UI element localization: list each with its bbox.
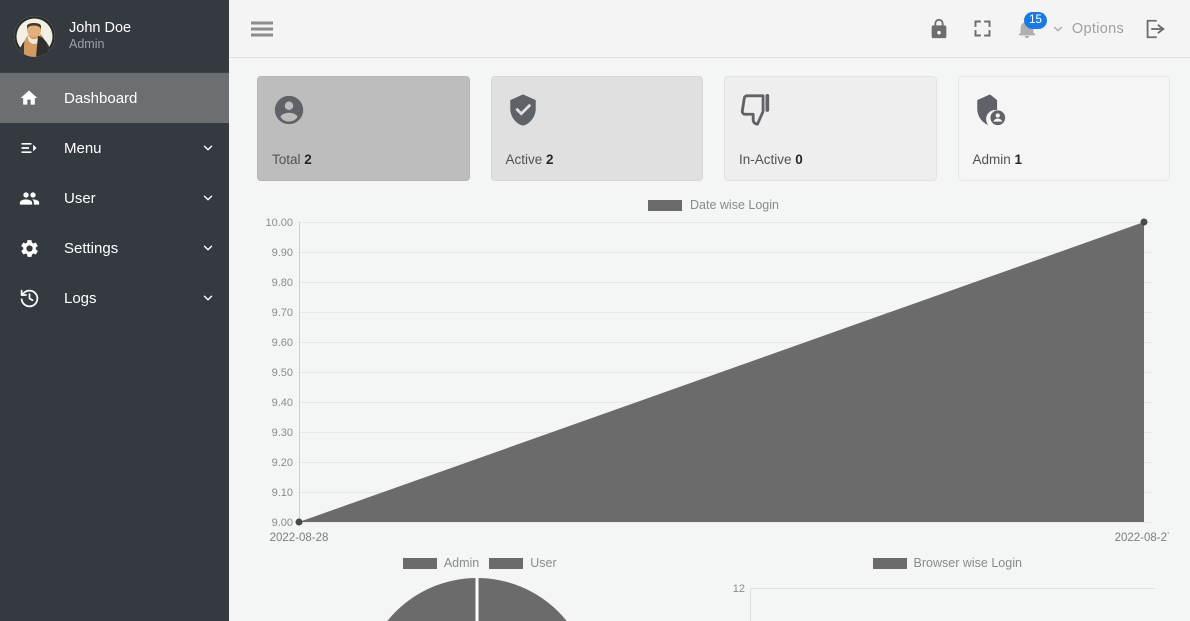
legend-label: Date wise Login: [690, 198, 779, 212]
stat-card-inactive[interactable]: In-Active 0: [724, 76, 937, 181]
sidebar-item-menu[interactable]: Menu: [0, 123, 229, 173]
stat-label-text: Active: [505, 152, 543, 167]
hamburger-icon[interactable]: [245, 12, 279, 46]
bar-plot-area[interactable]: 12: [725, 573, 1171, 621]
svg-text:9.70: 9.70: [272, 307, 293, 319]
legend-item-user: User: [489, 556, 557, 570]
svg-text:9.80: 9.80: [272, 277, 293, 289]
sidebar-item-user[interactable]: User: [0, 173, 229, 223]
topbar: 15 Options: [229, 0, 1190, 58]
lock-icon[interactable]: [917, 7, 961, 51]
sidebar-item-label: Menu: [64, 139, 102, 157]
date-wise-login-chart: Date wise Login 10.00 9.90 9.80 9.70 9.6…: [257, 195, 1170, 547]
verified-shield-icon: [506, 89, 689, 131]
dashboard-content: Total 2 Active 2 In-Active 0 Admin 1 Dat…: [229, 58, 1190, 621]
chevron-down-icon[interactable]: [199, 291, 217, 305]
chart-plot-area[interactable]: 10.00 9.90 9.80 9.70 9.60 9.50 9.40 9.30…: [257, 215, 1170, 545]
sidebar-item-logs[interactable]: Logs: [0, 273, 229, 323]
sidebar-item-label: Dashboard: [64, 89, 138, 107]
gear-icon: [14, 238, 44, 259]
pie-plot-area[interactable]: [257, 573, 703, 621]
legend-swatch: [489, 557, 524, 569]
stat-value: 2: [304, 152, 312, 167]
fullscreen-icon[interactable]: [961, 7, 1005, 51]
chart-legend: Date wise Login: [257, 195, 1170, 215]
chevron-down-icon[interactable]: [199, 141, 217, 155]
legend-item-browser: Browser wise Login: [872, 556, 1022, 570]
notifications-button[interactable]: 15: [1005, 7, 1049, 51]
notifications-badge: 15: [1024, 11, 1047, 29]
stat-value: 2: [546, 152, 554, 167]
bar-legend: Browser wise Login: [725, 553, 1171, 573]
history-icon: [14, 288, 44, 309]
legend-swatch: [648, 199, 683, 211]
stat-card-label: Admin 1: [973, 152, 1156, 180]
sidebar: John Doe Admin Dashboard Menu User Setti…: [0, 0, 229, 621]
stat-card-active[interactable]: Active 2: [490, 76, 703, 181]
bar-chart-svg: 12: [732, 583, 1155, 621]
sidebar-user-name: John Doe: [69, 20, 132, 37]
topbar-actions: 15 Options: [917, 7, 1176, 51]
legend-label: Admin: [443, 556, 480, 570]
user-role-pie-chart: Admin User: [257, 553, 703, 621]
pie-chart-svg: [387, 578, 567, 621]
logout-icon[interactable]: [1132, 7, 1176, 51]
stat-card-total[interactable]: Total 2: [257, 76, 470, 181]
legend-label: User: [530, 556, 557, 570]
people-icon: [14, 188, 44, 209]
sidebar-item-label: Logs: [64, 289, 97, 307]
app-root: John Doe Admin Dashboard Menu User Setti…: [0, 0, 1190, 621]
bottom-charts-row: Admin User Browser wise Login 12: [257, 553, 1170, 621]
account-circle-icon: [272, 89, 455, 131]
stat-value: 0: [795, 152, 803, 167]
stat-cards: Total 2 Active 2 In-Active 0 Admin 1: [257, 76, 1170, 181]
svg-text:9.40: 9.40: [272, 397, 293, 409]
stat-label-text: In-Active: [739, 152, 792, 167]
svg-text:2022-08-27: 2022-08-27: [1115, 532, 1169, 544]
sidebar-item-dashboard[interactable]: Dashboard: [0, 73, 229, 123]
stat-label-text: Total: [272, 152, 301, 167]
chevron-down-icon[interactable]: [199, 241, 217, 255]
sidebar-item-label: User: [64, 189, 96, 207]
menu-list-icon: [14, 138, 44, 158]
options-label: Options: [1071, 20, 1124, 37]
sidebar-nav: Dashboard Menu User Settings Logs: [0, 73, 229, 323]
svg-text:9.20: 9.20: [272, 457, 293, 469]
sidebar-brand[interactable]: John Doe Admin: [0, 0, 229, 73]
svg-text:12: 12: [732, 583, 744, 595]
area-chart-svg: 10.00 9.90 9.80 9.70 9.60 9.50 9.40 9.30…: [265, 217, 1169, 544]
legend-swatch: [402, 557, 437, 569]
svg-text:9.50: 9.50: [272, 367, 293, 379]
stat-card-label: Active 2: [506, 152, 689, 180]
stat-value: 1: [1014, 152, 1023, 167]
stat-label-text: Admin: [972, 152, 1011, 167]
svg-text:9.90: 9.90: [272, 247, 293, 259]
browser-wise-login-chart: Browser wise Login 12: [725, 553, 1171, 621]
svg-text:9.10: 9.10: [272, 487, 293, 499]
sidebar-item-settings[interactable]: Settings: [0, 223, 229, 273]
stat-card-label: In-Active 0: [739, 152, 922, 180]
main-region: 15 Options Total 2 Active 2 In-Active 0 …: [229, 0, 1190, 621]
thumb-down-icon: [739, 89, 922, 131]
sidebar-item-label: Settings: [64, 239, 119, 257]
chevron-down-icon: [1051, 22, 1065, 36]
pie-legend: Admin User: [257, 553, 703, 573]
chevron-down-icon[interactable]: [199, 191, 217, 205]
svg-text:9.60: 9.60: [272, 337, 293, 349]
svg-text:9.30: 9.30: [272, 427, 293, 439]
sidebar-user-role: Admin: [69, 37, 105, 52]
svg-text:9.00: 9.00: [272, 517, 293, 529]
avatar: [14, 15, 55, 57]
svg-text:2022-08-28: 2022-08-28: [270, 532, 329, 544]
user-avatar-photo: [14, 15, 55, 57]
stat-card-label: Total 2: [272, 152, 455, 180]
legend-swatch: [872, 557, 907, 569]
legend-item-admin: Admin: [402, 556, 480, 570]
home-icon: [14, 88, 44, 108]
options-dropdown[interactable]: Options: [1049, 21, 1132, 37]
admin-shield-icon: [973, 89, 1156, 131]
legend-label: Browser wise Login: [913, 556, 1022, 570]
stat-card-admin[interactable]: Admin 1: [957, 76, 1170, 181]
svg-text:10.00: 10.00: [265, 217, 293, 229]
